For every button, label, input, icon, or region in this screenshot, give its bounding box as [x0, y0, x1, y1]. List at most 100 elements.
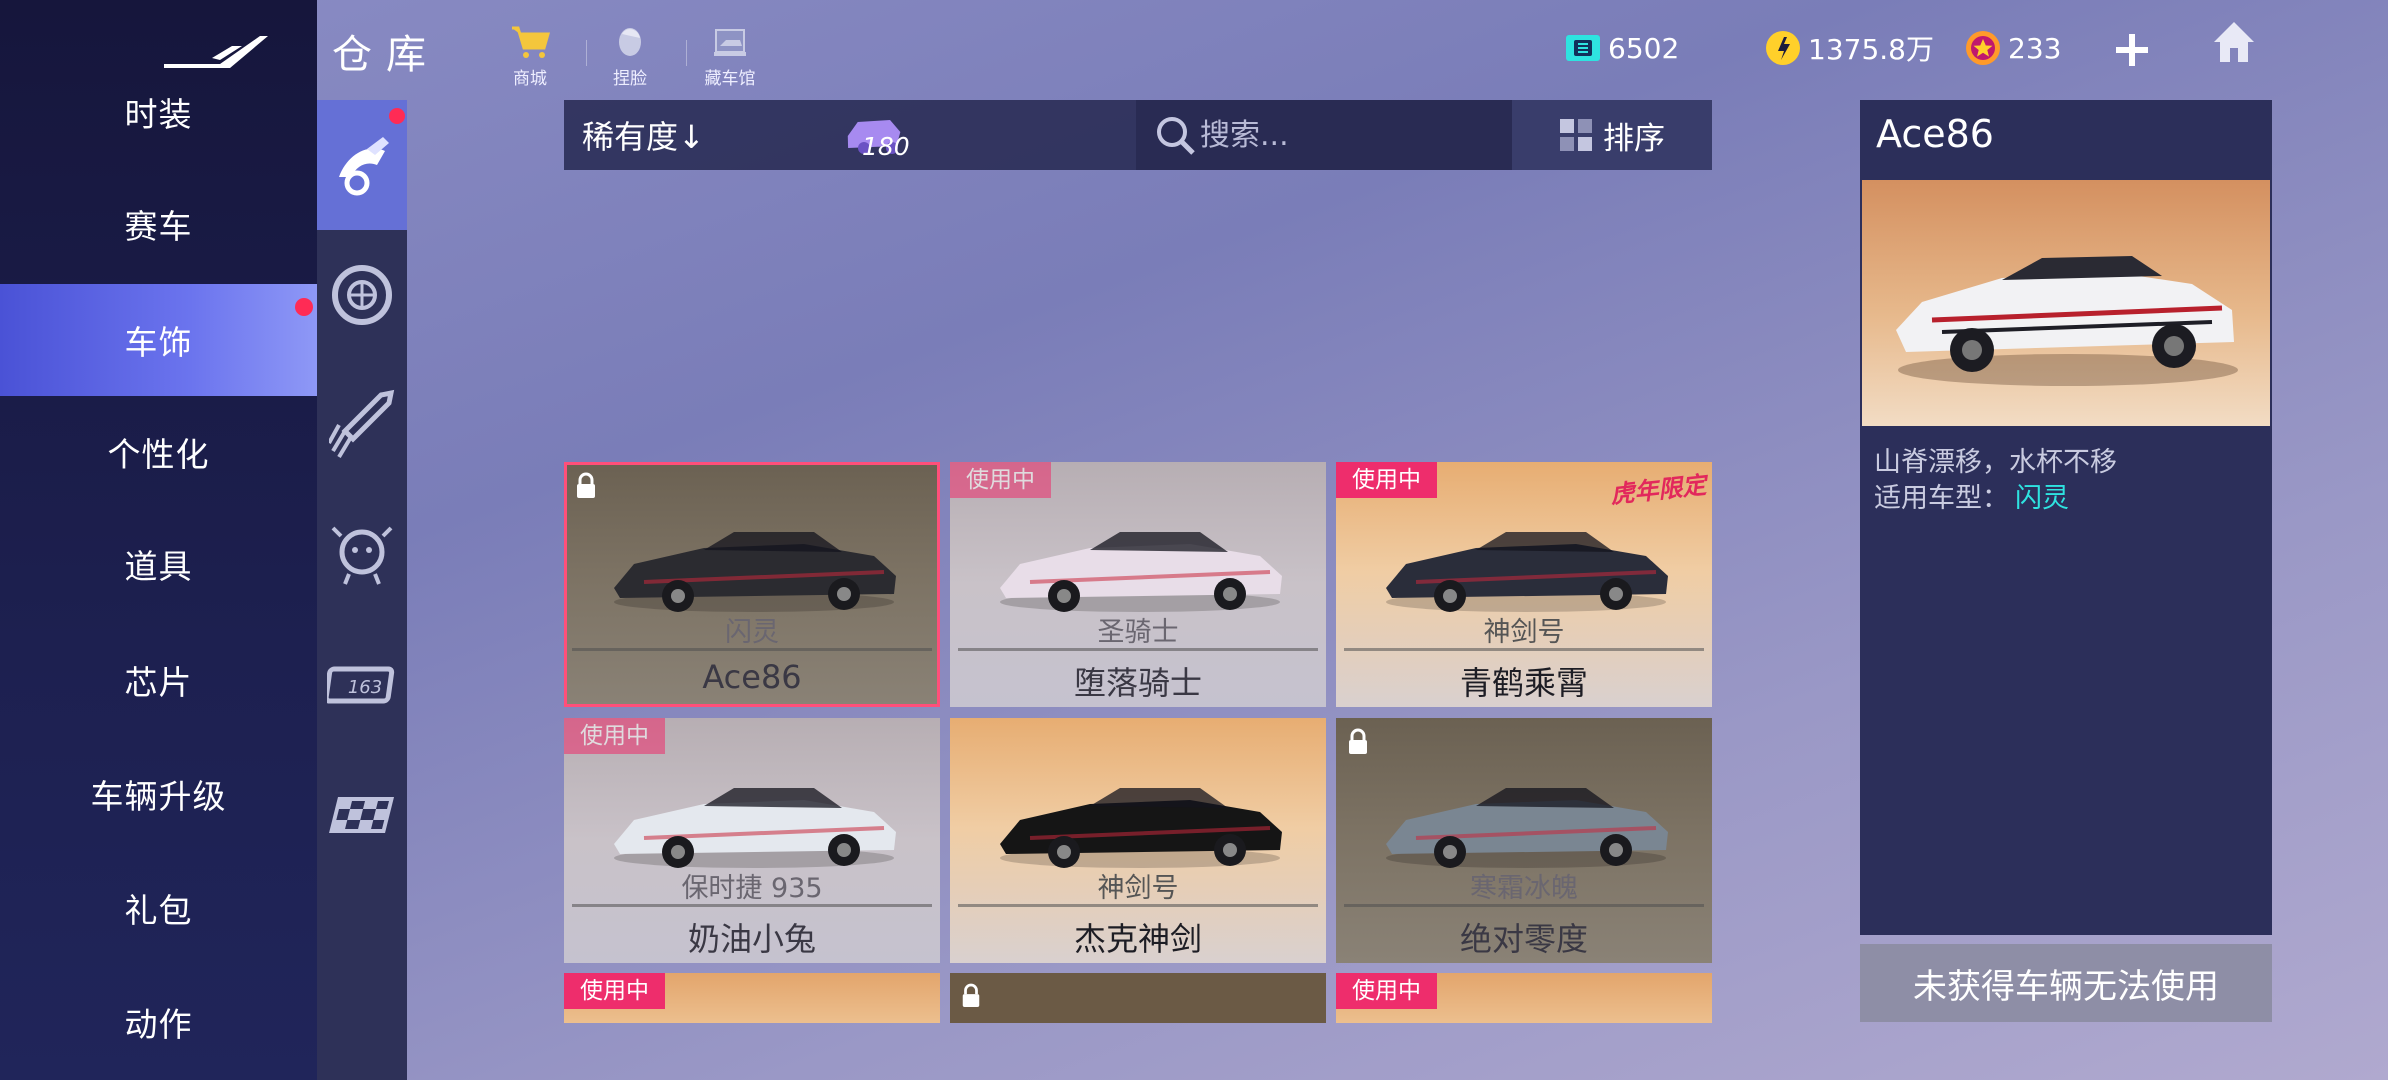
car-image-icon	[1386, 532, 1668, 612]
home-icon[interactable]	[2210, 18, 2258, 66]
sidebar-item[interactable]: 车饰	[0, 284, 317, 396]
skin-name: 杰克神剑	[1073, 920, 1202, 958]
detail-preview-image	[1862, 180, 2270, 426]
fit-model-label: 适用车型：	[1874, 483, 2009, 514]
in-use-badge: 使用中	[564, 718, 665, 754]
car-skin-icon[interactable]	[317, 100, 407, 230]
car-preview-icon	[1896, 256, 2238, 386]
rarity-sort-button[interactable]: 稀有度↓	[582, 112, 705, 158]
sidebar-item-label: 芯片	[124, 663, 193, 702]
skin-name: 青鹤乘霄	[1459, 664, 1588, 702]
car-model-label: 保时捷 935	[681, 873, 823, 904]
rocket-icon[interactable]	[317, 360, 407, 490]
sidebar-item-label: 个性化	[107, 435, 210, 474]
in-use-badge: 使用中	[564, 973, 665, 1009]
sidebar-item[interactable]: 芯片	[0, 624, 317, 736]
divider	[958, 904, 1318, 907]
plus-icon[interactable]	[2112, 30, 2152, 70]
car-image-icon	[614, 788, 896, 868]
sidebar-item-label: 赛车	[124, 207, 193, 246]
car-image-icon	[1000, 788, 1282, 868]
license-plate-icon[interactable]: 163	[317, 620, 407, 750]
divider	[1344, 648, 1704, 651]
coin-icon	[1766, 31, 1800, 65]
sidebar-item-label: 动作	[124, 1005, 193, 1044]
shop-cart-icon	[512, 26, 550, 58]
flag-icon[interactable]	[317, 750, 407, 880]
sidebar-item-label: 时装	[124, 95, 193, 134]
gem-currency[interactable]: 233	[1964, 26, 2061, 70]
wheel-icon[interactable]	[317, 230, 407, 360]
coin-amount: 1375.8万	[1808, 33, 1934, 66]
car-model-label: 圣骑士	[1097, 617, 1179, 648]
ticket-icon	[1566, 35, 1600, 61]
item-card-partial[interactable]	[950, 973, 1326, 1023]
sort-button-label: 排序	[1603, 120, 1665, 157]
star-gem-icon	[1966, 31, 2000, 65]
detail-description: 山脊漂移，水杯不移	[1874, 447, 2117, 478]
ticket-currency[interactable]: 6502	[1564, 26, 1679, 70]
car-model-label: 神剑号	[1097, 873, 1179, 904]
sidebar-item[interactable]: 赛车	[0, 168, 317, 280]
pet-icon[interactable]	[317, 490, 407, 620]
divider	[1344, 904, 1704, 907]
face-edit-link[interactable]: 捏脸	[594, 24, 666, 89]
unavailable-button[interactable]: 未获得车辆无法使用	[1860, 944, 2272, 1022]
sidebar-item-label: 礼包	[124, 891, 193, 930]
shop-link-label: 商城	[513, 69, 547, 89]
car-model-label: 寒霜冰魄	[1470, 873, 1578, 904]
search-icon	[1157, 117, 1195, 155]
owned-count: 180	[862, 132, 910, 161]
skin-name: 绝对零度	[1459, 920, 1588, 958]
lock-icon	[1349, 728, 1367, 754]
category-icon-column: 163	[317, 100, 407, 1080]
gem-amount: 233	[2008, 31, 2062, 65]
sidebar-item[interactable]: 车辆升级	[0, 738, 317, 850]
face-edit-link-label: 捏脸	[613, 69, 647, 89]
sidebar-item[interactable]: 动作	[0, 966, 317, 1078]
divider	[686, 40, 687, 66]
shop-link[interactable]: 商城	[494, 24, 566, 89]
sidebar-item[interactable]: 时装	[0, 56, 317, 168]
fit-model-value[interactable]: 闪灵	[2015, 476, 2069, 515]
car-museum-link[interactable]: 藏车馆	[694, 24, 766, 89]
car-image-icon	[1000, 532, 1282, 612]
in-use-badge: 使用中	[1336, 462, 1437, 498]
car-model-label: 神剑号	[1483, 617, 1565, 648]
item-card[interactable]: 神剑号 杰克神剑	[950, 718, 1326, 963]
sidebar-item[interactable]: 道具	[0, 508, 317, 620]
search-input[interactable]	[1200, 106, 1500, 164]
sort-button[interactable]: 排序	[1512, 100, 1712, 170]
sidebar-item-label: 车辆升级	[90, 777, 227, 816]
item-card[interactable]: 使用中 虎年限定神剑号青鹤乘霄	[1336, 462, 1712, 707]
divider	[586, 40, 587, 66]
coin-currency[interactable]: 1375.8万	[1764, 26, 1934, 70]
car-image-icon	[1386, 788, 1668, 868]
skin-name: 堕落骑士	[1073, 664, 1202, 702]
detail-title: Ace86	[1876, 112, 1994, 156]
sidebar-item[interactable]: 个性化	[0, 396, 317, 508]
new-badge-dot	[295, 298, 313, 316]
face-edit-icon	[619, 28, 641, 56]
page-title: 仓库	[332, 32, 440, 78]
divider	[572, 904, 932, 907]
limited-edition-stamp: 虎年限定	[1609, 471, 1708, 509]
car-image-icon	[614, 532, 896, 612]
skin-name: 奶油小兔	[687, 920, 816, 958]
item-card[interactable]: 使用中圣骑士堕落骑士	[950, 462, 1326, 707]
car-museum-icon	[714, 29, 746, 56]
divider	[572, 648, 932, 651]
item-card-partial[interactable]: 使用中	[564, 973, 940, 1023]
sidebar-item[interactable]: 礼包	[0, 852, 317, 964]
car-museum-link-label: 藏车馆	[704, 69, 756, 89]
item-card[interactable]: 闪灵 Ace86	[564, 462, 940, 707]
lock-icon	[577, 472, 595, 498]
in-use-badge: 使用中	[950, 462, 1051, 498]
item-card[interactable]: 使用中保时捷 935 奶油小兔	[564, 718, 940, 963]
item-card[interactable]: 寒霜冰魄 绝对零度	[1336, 718, 1712, 963]
item-card-partial[interactable]: 使用中	[1336, 973, 1712, 1023]
divider	[958, 648, 1318, 651]
grid-sort-icon	[1560, 119, 1592, 151]
in-use-badge: 使用中	[1336, 973, 1437, 1009]
ticket-amount: 6502	[1608, 31, 1680, 65]
